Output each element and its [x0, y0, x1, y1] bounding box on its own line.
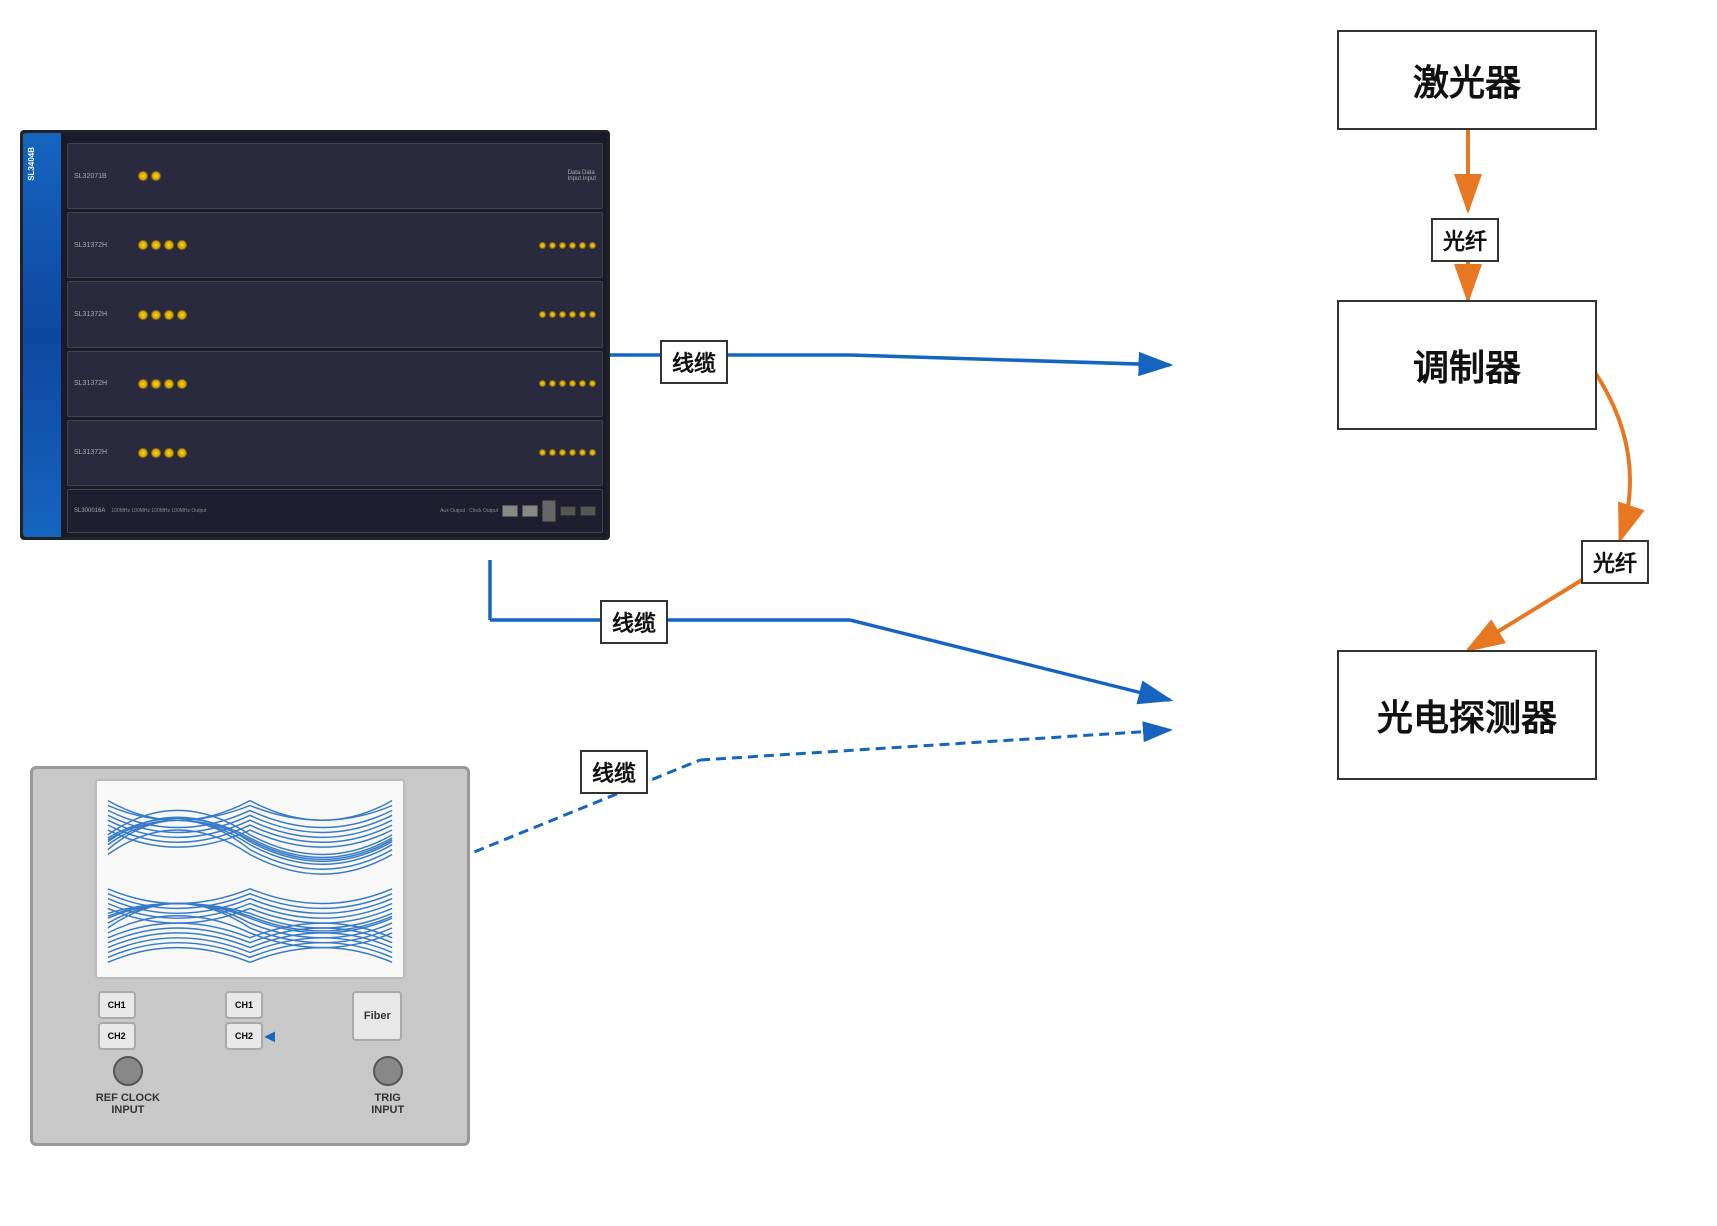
connector-small — [539, 311, 546, 318]
module-sl32071b: SL32071B Data DataInput Input — [67, 143, 603, 209]
ch1-input-label: CH1 — [108, 1000, 126, 1010]
trig-input-sublabel: INPUT — [371, 1104, 404, 1116]
oscilloscope: CH1 CH2 CH1 CH2 — [30, 766, 470, 1146]
connector — [151, 240, 161, 250]
connector-small — [549, 242, 556, 249]
connector-small — [569, 311, 576, 318]
ref-clock-knob[interactable] — [113, 1056, 143, 1086]
main-container: 激光器 调制器 光电探测器 光纤 光纤 线缆 线缆 线缆 SL3404B — [0, 0, 1717, 1226]
laser-box: 激光器 — [1337, 30, 1597, 130]
connector-small — [539, 449, 546, 456]
input-ch-group: CH1 CH2 — [98, 991, 136, 1050]
ref-clock-label: REF CLOCK — [96, 1092, 160, 1104]
usb-port — [580, 506, 596, 516]
connector-small — [549, 449, 556, 456]
ch2-trig-knob[interactable]: CH2 ◀ — [225, 1022, 263, 1050]
fiber-label-1: 光纤 — [1431, 218, 1499, 262]
detector-box: 光电探测器 — [1337, 650, 1597, 780]
cable-label-mid: 线缆 — [600, 600, 668, 644]
connector — [177, 310, 187, 320]
connector-small — [589, 380, 596, 387]
module-sl31372h-3: SL31372H — [67, 351, 603, 417]
detector-label: 光电探测器 — [1377, 689, 1557, 741]
scope-controls: CH1 CH2 CH1 CH2 — [43, 991, 457, 1050]
connector — [151, 379, 161, 389]
connector — [151, 448, 161, 458]
rack-instrument: SL3404B SL32071B Data DataInput Input SL… — [20, 130, 640, 560]
connector-small — [559, 449, 566, 456]
connector — [138, 240, 148, 250]
ethernet-port — [502, 505, 518, 517]
connector — [177, 448, 187, 458]
rack-modules: SL32071B Data DataInput Input SL31372H — [67, 143, 603, 533]
connector — [177, 379, 187, 389]
ch1-input-group: CH1 CH2 — [98, 991, 136, 1050]
ref-clock-group: REF CLOCK INPUT — [96, 1056, 160, 1116]
connector-small — [579, 449, 586, 456]
fiber-group: Fiber — [352, 991, 402, 1041]
connector-small — [549, 311, 556, 318]
connector-small — [579, 380, 586, 387]
connector-small — [569, 242, 576, 249]
ch1-trig-group: CH1 CH2 ◀ — [225, 991, 263, 1050]
connector-small — [589, 449, 596, 456]
connector-small — [579, 311, 586, 318]
connector-small — [569, 380, 576, 387]
module-sl31372h-4: SL31372H — [67, 420, 603, 486]
ch1-trig-label: CH1 — [235, 1000, 253, 1010]
fiber-button[interactable]: Fiber — [352, 991, 402, 1041]
rack-side-panel: SL3404B — [23, 133, 61, 537]
cable-label-dashed: 线缆 — [580, 750, 648, 794]
ch1-trig-knob[interactable]: CH1 — [225, 991, 263, 1019]
fiber-label-2: 光纤 — [1581, 540, 1649, 584]
connector-small — [549, 380, 556, 387]
module-sl300016a: SL300016A 100MHz 100MHz 100MHz 100MHz Ou… — [67, 489, 603, 533]
connector — [177, 240, 187, 250]
connector-small — [579, 242, 586, 249]
trig-input-knob[interactable] — [373, 1056, 403, 1086]
connector — [164, 379, 174, 389]
connector — [164, 310, 174, 320]
connector — [164, 448, 174, 458]
connector — [164, 240, 174, 250]
connector — [138, 379, 148, 389]
modulator-box: 调制器 — [1337, 300, 1597, 430]
bottom-knobs-row: REF CLOCK INPUT TRIG INPUT — [43, 1056, 457, 1116]
connector-small — [589, 311, 596, 318]
connector — [151, 171, 161, 181]
ch2-trig-label: CH2 — [235, 1031, 253, 1041]
ch2-input-knob[interactable]: CH2 — [98, 1022, 136, 1050]
connector — [138, 171, 148, 181]
cable-label-top: 线缆 — [660, 340, 728, 384]
connector-small — [589, 242, 596, 249]
ch1-input-knob[interactable]: CH1 — [98, 991, 136, 1019]
db9-port — [542, 500, 556, 522]
connector — [151, 310, 161, 320]
connector-small — [559, 311, 566, 318]
trig-input-label: TRIG — [371, 1092, 404, 1104]
connector-small — [559, 242, 566, 249]
connector — [138, 310, 148, 320]
trig-ch-group: CH1 CH2 ◀ — [225, 991, 263, 1050]
module-sl31372h-1: SL31372H — [67, 212, 603, 278]
ch2-input-label: CH2 — [108, 1031, 126, 1041]
connector — [138, 448, 148, 458]
trig-input-group: TRIG INPUT — [371, 1056, 404, 1116]
ethernet-port — [522, 505, 538, 517]
laser-label: 激光器 — [1413, 54, 1521, 106]
modulator-label: 调制器 — [1413, 339, 1521, 391]
usb-port — [560, 506, 576, 516]
connector-small — [569, 449, 576, 456]
eye-diagram-screen — [95, 779, 405, 979]
connector-small — [539, 380, 546, 387]
connector-small — [539, 242, 546, 249]
connector-small — [559, 380, 566, 387]
ref-clock-input-label: INPUT — [96, 1104, 160, 1116]
module-sl31372h-2: SL31372H — [67, 281, 603, 347]
